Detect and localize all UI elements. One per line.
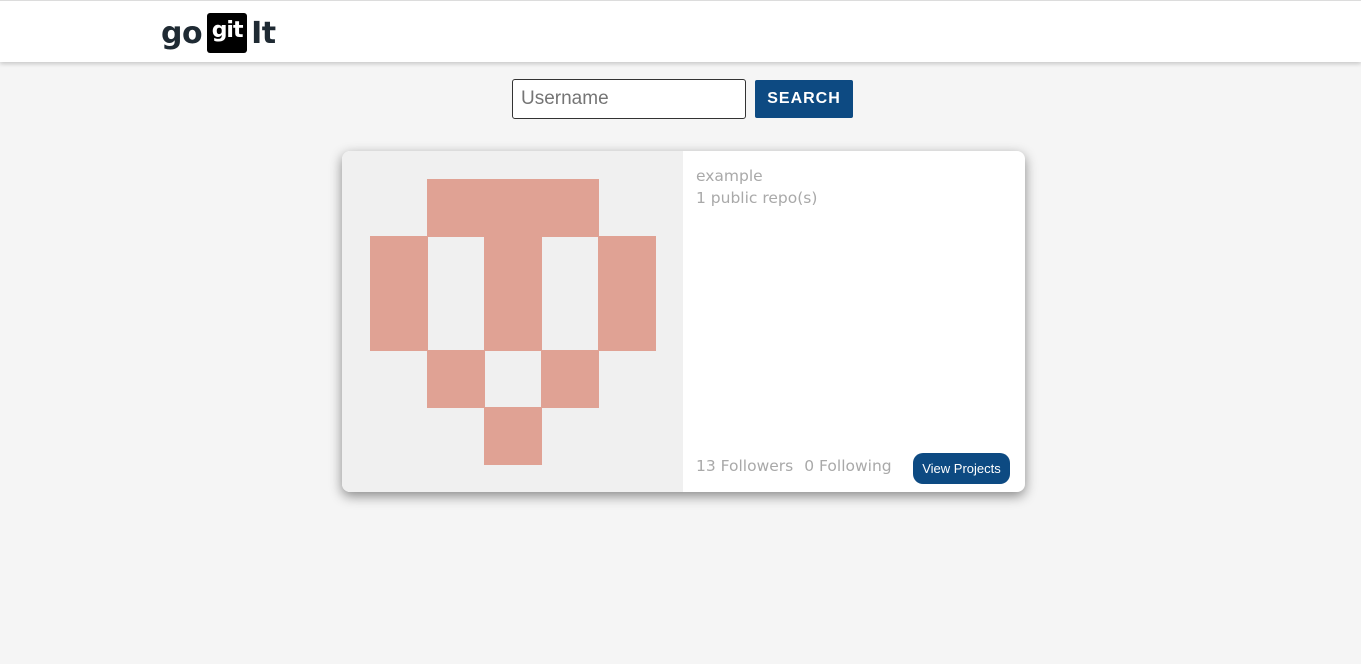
username-search-input[interactable] [512,79,746,119]
avatar [342,151,683,492]
logo-text-go: go [161,15,203,51]
profile-stats: 13 Followers 0 Following [696,457,892,475]
top-header: go git It [0,0,1361,62]
profile-card: example 1 public repo(s) 13 Followers 0 … [342,151,1025,492]
following-count: 0 Following [804,457,892,475]
profile-info: example 1 public repo(s) [696,165,817,209]
view-projects-button[interactable]: View Projects [913,453,1010,484]
identicon-image [370,179,656,465]
followers-count: 13 Followers [696,457,794,475]
search-button[interactable]: SEARCH [755,80,853,118]
username-label: example [696,167,763,185]
logo[interactable]: go git It [161,13,276,53]
logo-text-it: It [251,15,276,51]
logo-git-box: git [207,13,248,53]
repo-count-label: 1 public repo(s) [696,189,818,207]
